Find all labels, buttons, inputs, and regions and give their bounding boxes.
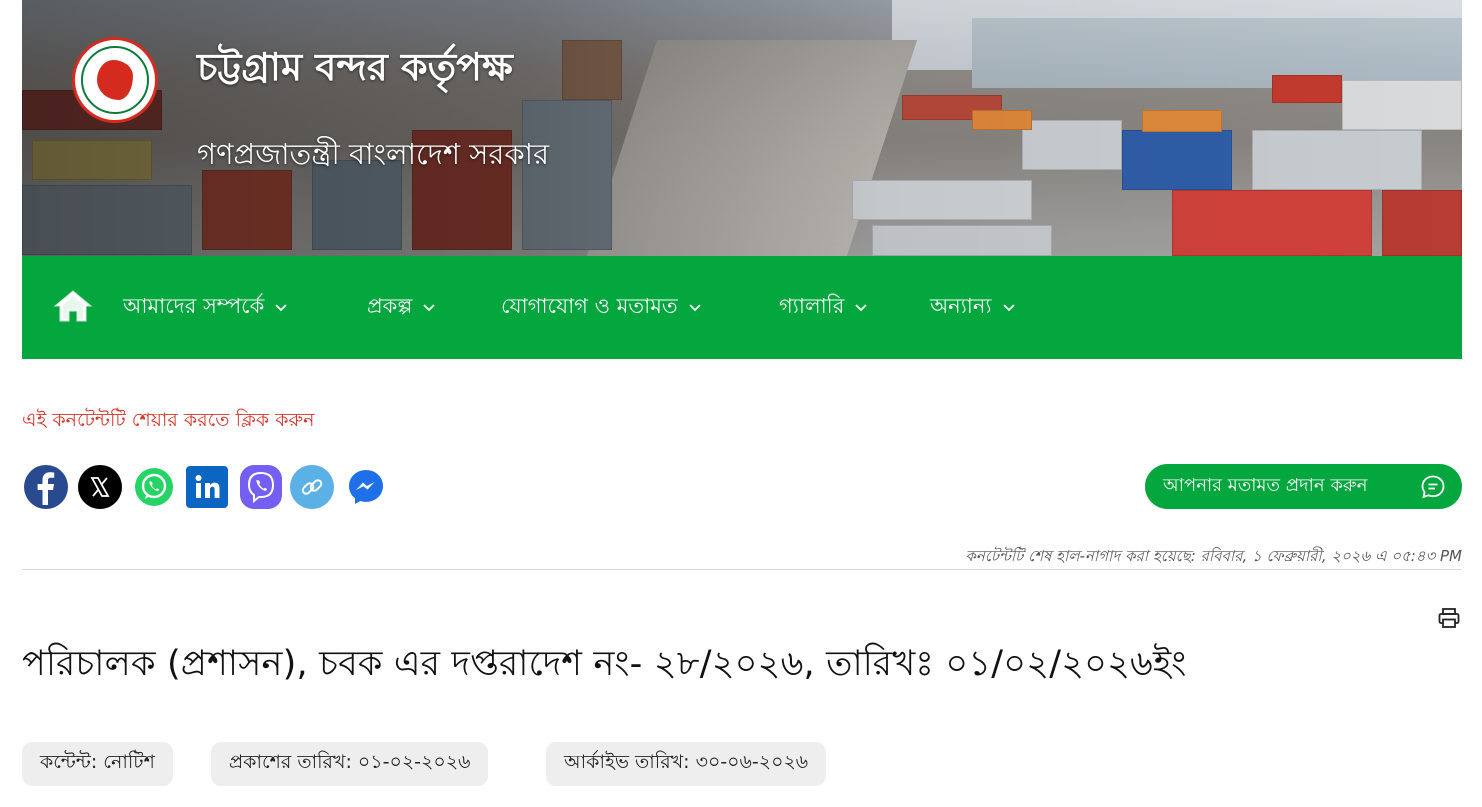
share-prompt: এই কনটেন্টটি শেয়ার করতে ক্লিক করুন	[22, 409, 315, 431]
print-icon	[1438, 608, 1460, 628]
linkedin-icon	[195, 475, 220, 498]
home-icon	[53, 290, 93, 322]
chat-bubble-icon	[1421, 475, 1445, 498]
viber-icon	[247, 471, 275, 504]
feedback-button[interactable]: আপনার মতামত প্রদান করুন	[1145, 464, 1462, 509]
nav-item-label: অন্যান্য	[930, 293, 992, 318]
archive-date-text: আর্কাইভ তারিখ: ৩০-০৬-২০২৬	[564, 751, 809, 773]
x-share-button[interactable]	[78, 465, 122, 509]
copy-link-button[interactable]	[290, 465, 334, 509]
divider	[22, 569, 1462, 570]
nav-item-contact[interactable]: যোগাযোগ ও মতামত	[501, 290, 702, 324]
facebook-share-button[interactable]	[24, 465, 68, 509]
messenger-share-button[interactable]	[344, 465, 388, 509]
chevron-down-icon	[275, 304, 287, 312]
govt-emblem-icon	[72, 37, 158, 123]
nav-item-label: প্রকল্প	[367, 293, 413, 318]
chevron-down-icon	[855, 304, 867, 312]
home-button[interactable]	[52, 286, 94, 326]
published-date-badge: প্রকাশের তারিখ: ০১-০২-২০২৬	[211, 742, 489, 786]
print-button[interactable]	[1437, 606, 1461, 630]
header-banner: চট্টগ্রাম বন্দর কর্তৃপক্ষ গণপ্রজাতন্ত্রী…	[22, 0, 1462, 256]
nav-item-about[interactable]: আমাদের সম্পর্কে	[123, 290, 288, 324]
whatsapp-share-button[interactable]	[132, 465, 176, 509]
archive-date-badge: আর্কাইভ তারিখ: ৩০-০৬-২০২৬	[546, 742, 827, 786]
feedback-label: আপনার মতামত প্রদান করুন	[1163, 475, 1368, 496]
nav-item-label: গ্যালারি	[779, 293, 845, 318]
content-type-badge: কন্টেন্ট: নোটিশ	[22, 742, 173, 786]
x-icon	[90, 477, 110, 497]
last-updated-text: কনটেন্টটি শেষ হাল-নাগাদ করা হয়েছে: রবিব…	[965, 547, 1462, 565]
main-nav: আমাদের সম্পর্কে প্রকল্প যোগাযোগ ও মতামত …	[22, 256, 1462, 359]
published-date-text: প্রকাশের তারিখ: ০১-০২-২০২৬	[229, 751, 471, 773]
chevron-down-icon	[689, 304, 701, 312]
nav-item-others[interactable]: অন্যান্য	[930, 290, 1016, 324]
site-title[interactable]: চট্টগ্রাম বন্দর কর্তৃপক্ষ	[197, 38, 513, 102]
page-title: পরিচালক (প্রশাসন), চবক এর দপ্তরাদেশ নং- …	[22, 644, 1187, 684]
nav-item-gallery[interactable]: গ্যালারি	[779, 290, 868, 324]
site-subtitle: গণপ্রজাতন্ত্রী বাংলাদেশ সরকার	[197, 137, 550, 171]
nav-item-label: আমাদের সম্পর্কে	[123, 293, 265, 318]
chevron-down-icon	[1002, 304, 1015, 312]
linkedin-share-button[interactable]	[186, 466, 228, 508]
facebook-icon	[37, 472, 55, 505]
content-type-text: কন্টেন্ট: নোটিশ	[40, 751, 155, 773]
chevron-down-icon	[423, 304, 435, 312]
emblem-map	[97, 60, 133, 100]
nav-item-projects[interactable]: প্রকল্প	[367, 290, 436, 324]
viber-share-button[interactable]	[240, 465, 282, 509]
copy-link-icon	[301, 479, 323, 495]
nav-item-label: যোগাযোগ ও মতামত	[501, 293, 678, 318]
messenger-icon	[349, 470, 383, 504]
whatsapp-icon	[135, 468, 173, 506]
